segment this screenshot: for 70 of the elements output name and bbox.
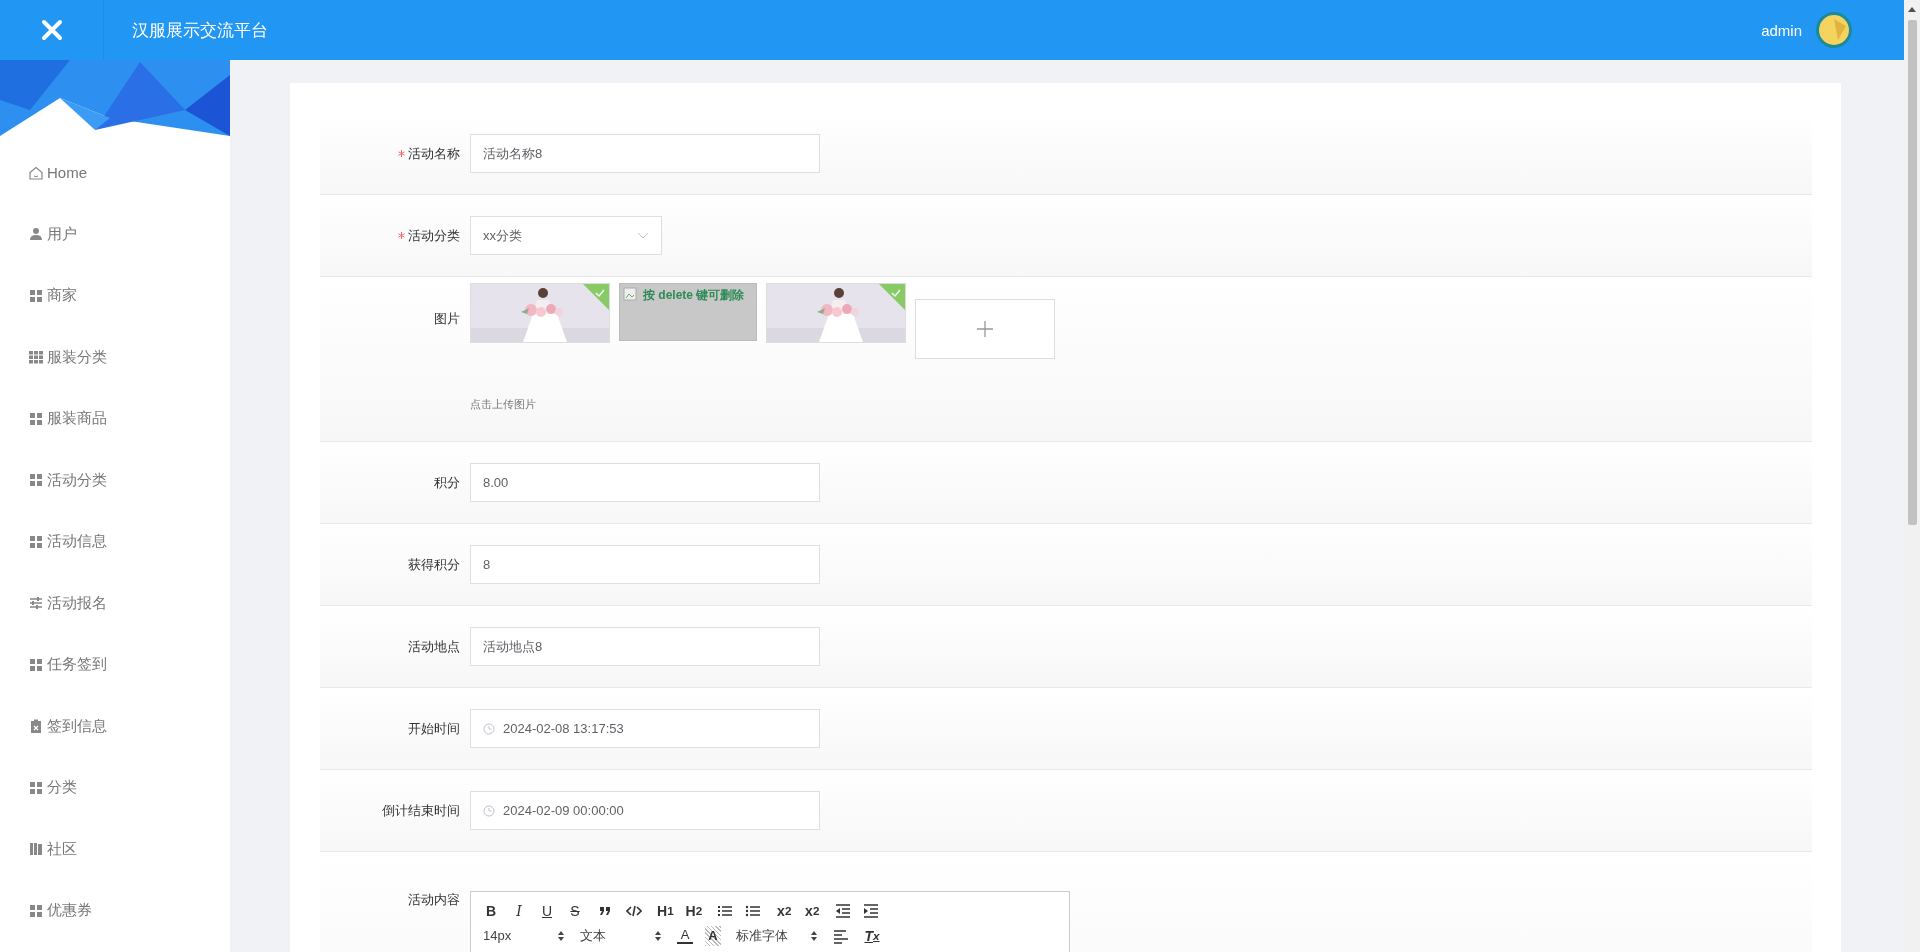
- field-label: 积分: [434, 473, 460, 492]
- indent-icon: [863, 902, 880, 919]
- underline-button[interactable]: U: [539, 900, 555, 921]
- align-icon: [833, 927, 849, 944]
- sidebar-item[interactable]: Home: [0, 142, 230, 204]
- grid-icon: [28, 410, 44, 427]
- grid-icon: [28, 472, 44, 489]
- field-label: 图片: [434, 310, 460, 328]
- sidebar-item[interactable]: 服装分类: [0, 326, 230, 388]
- field-label: 活动分类: [408, 226, 460, 245]
- sidebar-item[interactable]: 用户: [0, 203, 230, 265]
- italic-button[interactable]: I: [511, 900, 527, 921]
- grid-icon: [28, 902, 44, 919]
- sidebar-item[interactable]: 活动信息: [0, 511, 230, 573]
- plus-icon: [975, 319, 995, 339]
- broken-image-icon: [623, 287, 637, 301]
- scrollbar-thumb[interactable]: [1907, 20, 1917, 525]
- grid-icon: [28, 287, 44, 304]
- user-icon: [28, 226, 44, 243]
- field-label: 获得积分: [408, 555, 460, 574]
- input-field[interactable]: 8: [470, 545, 820, 584]
- bold-button[interactable]: B: [483, 900, 499, 921]
- clipboard-icon: [28, 718, 44, 735]
- chevron-down-icon: [637, 231, 649, 240]
- sidebar-item[interactable]: 优惠券: [0, 880, 230, 942]
- close-icon: [40, 19, 63, 41]
- date-value: 2024-02-09 00:00:00: [503, 803, 624, 818]
- sidebar-item[interactable]: 活动分类: [0, 449, 230, 511]
- font-color-button[interactable]: A: [677, 927, 693, 944]
- field-label: 倒计结束时间: [382, 801, 460, 820]
- input-field[interactable]: 活动名称8: [470, 134, 820, 173]
- select-field[interactable]: xx分类: [470, 216, 662, 255]
- sidebar-item[interactable]: 活动报名: [0, 572, 230, 634]
- home-icon: [28, 164, 44, 181]
- upload-hint: 点击上传图片: [470, 397, 537, 412]
- grid-icon: [28, 779, 44, 796]
- input-field[interactable]: 活动地点8: [470, 627, 820, 666]
- field-label: 活动地点: [408, 637, 460, 656]
- sidebar-item[interactable]: 社区: [0, 818, 230, 880]
- clock-icon: [483, 804, 495, 817]
- grid-icon: [28, 533, 44, 550]
- background-color-button[interactable]: A: [705, 925, 721, 946]
- grid-icon: [28, 349, 44, 366]
- sort-arrows-icon: [654, 929, 662, 942]
- sidebar-item[interactable]: 商家: [0, 265, 230, 327]
- sliders-icon: [28, 595, 44, 612]
- toolbar-select[interactable]: 文本: [580, 926, 662, 945]
- sidebar-item[interactable]: 分类: [0, 757, 230, 819]
- toolbar-select[interactable]: 14px: [483, 928, 565, 943]
- sidebar-item[interactable]: 签到信息: [0, 695, 230, 757]
- date-field[interactable]: 2024-02-08 13:17:53: [470, 709, 820, 748]
- sort-arrows-icon: [557, 929, 565, 942]
- field-label: 开始时间: [408, 719, 460, 738]
- strikethrough-button[interactable]: S: [567, 900, 583, 921]
- avatar-icon: [1816, 12, 1852, 48]
- books-icon: [28, 841, 44, 858]
- app-title: 汉服展示交流平台: [132, 19, 268, 42]
- date-value: 2024-02-08 13:17:53: [503, 721, 624, 736]
- sidebar-item[interactable]: 服装商品: [0, 388, 230, 450]
- sidebar-item[interactable]: 任务签到: [0, 634, 230, 696]
- field-label: 活动内容: [408, 891, 460, 909]
- input-field[interactable]: 8.00: [470, 463, 820, 502]
- field-label: 活动名称: [408, 144, 460, 163]
- outdent-icon: [835, 902, 852, 919]
- grid-icon: [28, 656, 44, 673]
- image-alt-text: 按 delete 键可删除: [643, 287, 745, 304]
- clock-icon: [483, 722, 495, 735]
- toolbar-select[interactable]: 标准字体: [736, 926, 818, 945]
- sort-arrows-icon: [810, 929, 818, 942]
- date-field[interactable]: 2024-02-09 00:00:00: [470, 791, 820, 830]
